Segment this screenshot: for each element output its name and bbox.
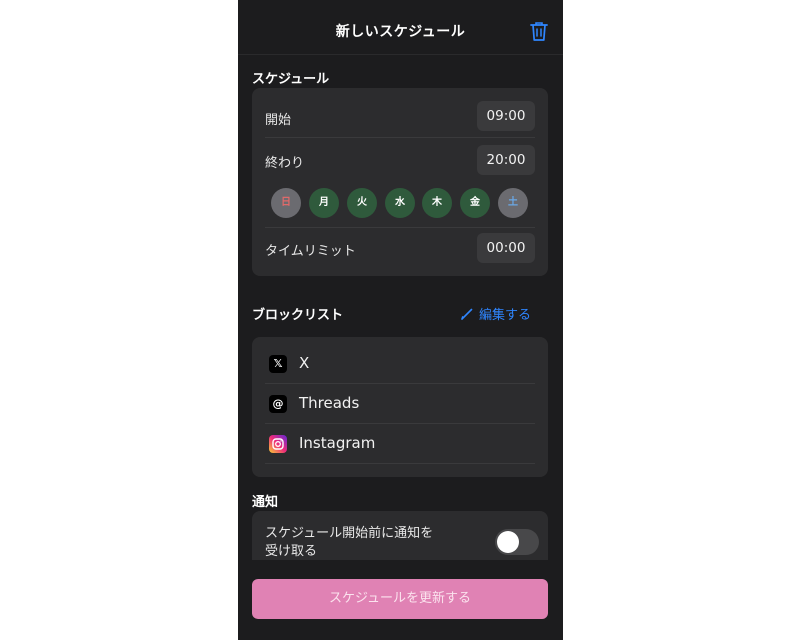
blocklist-section-label: ブロックリスト [252, 308, 344, 323]
blocklist-item[interactable]: @ Threads [252, 384, 548, 424]
day-toggle-sunday[interactable]: 日 [271, 188, 301, 218]
nav-header: 新しいスケジュール [238, 0, 563, 55]
label-line: スケジュール開始前に通知を [265, 526, 434, 541]
instagram-logo-icon [269, 435, 287, 453]
schedule-section-label: スケジュール [252, 72, 330, 87]
schedule-screen: 新しいスケジュール スケジュール 開始 09:00 終わり 20:00 日 月 … [238, 0, 563, 640]
start-time-picker[interactable]: 09:00 [477, 101, 535, 131]
start-label: 開始 [265, 113, 292, 128]
app-name: Instagram [299, 434, 376, 452]
app-name: Threads [299, 394, 360, 412]
day-toggle-thursday[interactable]: 木 [422, 188, 452, 218]
day-toggle-tuesday[interactable]: 火 [347, 188, 377, 218]
label-line: 受け取る [265, 544, 318, 559]
x-logo-icon: 𝕏 [269, 355, 287, 373]
divider [265, 137, 535, 138]
blocklist-item[interactable]: Instagram [252, 424, 548, 464]
blocklist-item[interactable]: 𝕏 X [252, 344, 548, 384]
toggle-knob [497, 531, 519, 553]
update-schedule-button[interactable]: スケジュールを更新する [252, 579, 548, 619]
day-toggle-monday[interactable]: 月 [309, 188, 339, 218]
divider [265, 463, 535, 464]
edit-label: 編集する [479, 308, 532, 323]
notify-before-start-label: スケジュール開始前に通知を 受け取る [265, 525, 433, 561]
app-name: X [299, 354, 310, 372]
page-title: 新しいスケジュール [335, 24, 466, 40]
blocklist-card: 𝕏 X @ Threads Instagram [252, 337, 548, 477]
threads-logo-icon: @ [269, 395, 287, 413]
end-label: 終わり [265, 156, 305, 171]
pencil-icon [461, 308, 473, 320]
notify-toggle[interactable] [495, 529, 539, 555]
schedule-card: 開始 09:00 終わり 20:00 日 月 火 水 木 金 土 タイムリミット… [252, 88, 548, 276]
time-limit-picker[interactable]: 00:00 [477, 233, 535, 263]
time-limit-label: タイムリミット [265, 244, 356, 259]
end-time-picker[interactable]: 20:00 [477, 145, 535, 175]
notification-section-label: 通知 [252, 495, 279, 510]
trash-icon[interactable] [529, 20, 549, 42]
day-toggle-wednesday[interactable]: 水 [385, 188, 415, 218]
day-toggle-saturday[interactable]: 土 [498, 188, 528, 218]
day-toggle-friday[interactable]: 金 [460, 188, 490, 218]
edit-blocklist-button[interactable]: 編集する [461, 304, 531, 323]
divider [265, 227, 535, 228]
